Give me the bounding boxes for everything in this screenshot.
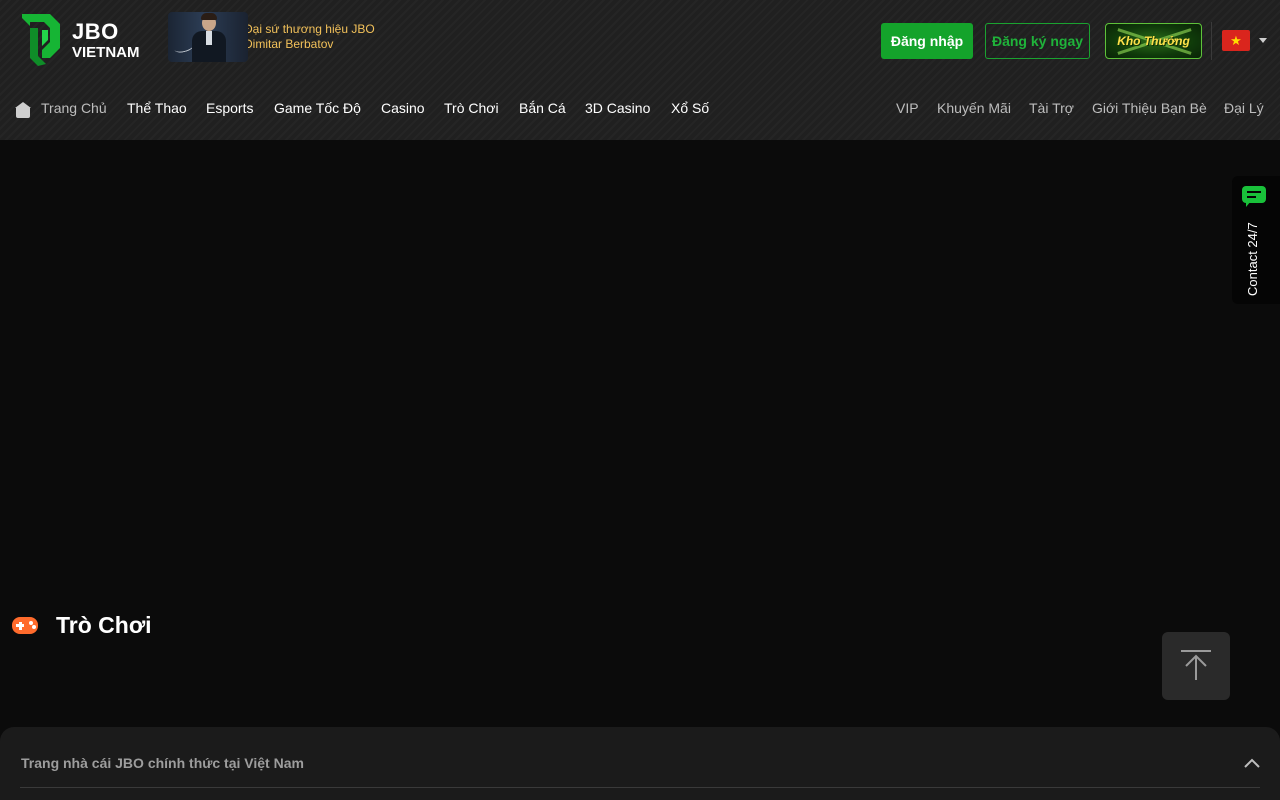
contact-24-7-tab[interactable]: Contact 24/7: [1232, 176, 1280, 304]
gamepad-icon: [12, 615, 38, 635]
main-nav: Trang Chủ Thể Thao Esports Game Tốc Độ C…: [0, 92, 1280, 128]
footer-title: Trang nhà cái JBO chính thức tại Việt Na…: [21, 755, 304, 771]
nav-item-home[interactable]: Trang Chủ: [41, 100, 107, 116]
nav-item-sports[interactable]: Thể Thao: [127, 100, 187, 116]
footer-divider: [20, 787, 1260, 788]
back-to-top-button[interactable]: [1162, 632, 1230, 700]
reward-store-label: Kho Thưởng: [1117, 34, 1190, 48]
nav-item-3d-casino[interactable]: 3D Casino: [585, 100, 650, 116]
nav-item-referral[interactable]: Giới Thiệu Bạn Bè: [1092, 100, 1207, 116]
logo-text-top: JBO: [72, 18, 119, 44]
nav-item-sponsorship[interactable]: Tài Trợ: [1029, 100, 1074, 116]
chevron-up-icon[interactable]: [1243, 757, 1261, 769]
footer-accordion: Trang nhà cái JBO chính thức tại Việt Na…: [0, 727, 1280, 800]
jbo-logo-mark-icon: [22, 14, 60, 66]
reward-store-button[interactable]: Kho Thưởng: [1105, 23, 1202, 59]
nav-item-fishing[interactable]: Bắn Cá: [519, 100, 566, 116]
contact-label: Contact 24/7: [1245, 222, 1260, 296]
arrow-up-icon: [1185, 654, 1207, 680]
nav-item-agent[interactable]: Đại Lý: [1224, 100, 1264, 116]
language-selector[interactable]: ★: [1222, 29, 1268, 51]
header-divider: [1211, 22, 1212, 60]
header: JBO VIETNAM Đại sứ thương hiệu JBO Dimit…: [0, 0, 1280, 140]
nav-item-speed-games[interactable]: Game Tốc Độ: [274, 100, 361, 116]
nav-item-casino[interactable]: Casino: [381, 100, 425, 116]
vietnam-flag-icon: ★: [1222, 29, 1250, 51]
ambassador-title: Đại sứ thương hiệu JBO: [244, 22, 375, 36]
section-title: Trò Chơi: [56, 611, 152, 638]
logo-text-bottom: VIETNAM: [72, 43, 140, 61]
home-icon[interactable]: [15, 102, 31, 118]
chat-bubble-icon: [1242, 186, 1266, 208]
login-button[interactable]: Đăng nhập: [881, 23, 973, 59]
caret-down-icon: [1259, 37, 1267, 43]
ambassador-banner[interactable]: Đại sứ thương hiệu JBO Dimitar Berbatov: [168, 12, 408, 62]
nav-item-esports[interactable]: Esports: [206, 100, 253, 116]
nav-item-games[interactable]: Trò Chơi: [444, 100, 499, 116]
ambassador-photo: [168, 12, 248, 62]
jbo-logo[interactable]: JBO VIETNAM: [20, 12, 140, 68]
section-header: Trò Chơi: [12, 610, 152, 640]
main-content-area: [0, 140, 1280, 730]
nav-item-lottery[interactable]: Xổ Số: [671, 100, 709, 116]
page: JBO VIETNAM Đại sứ thương hiệu JBO Dimit…: [0, 0, 1280, 800]
ambassador-name: Dimitar Berbatov: [244, 37, 334, 51]
register-button[interactable]: Đăng ký ngay: [985, 23, 1090, 59]
nav-item-vip[interactable]: VIP: [896, 100, 919, 116]
ambassador-text: Đại sứ thương hiệu JBO Dimitar Berbatov: [244, 22, 375, 52]
nav-item-promotions[interactable]: Khuyến Mãi: [937, 100, 1011, 116]
